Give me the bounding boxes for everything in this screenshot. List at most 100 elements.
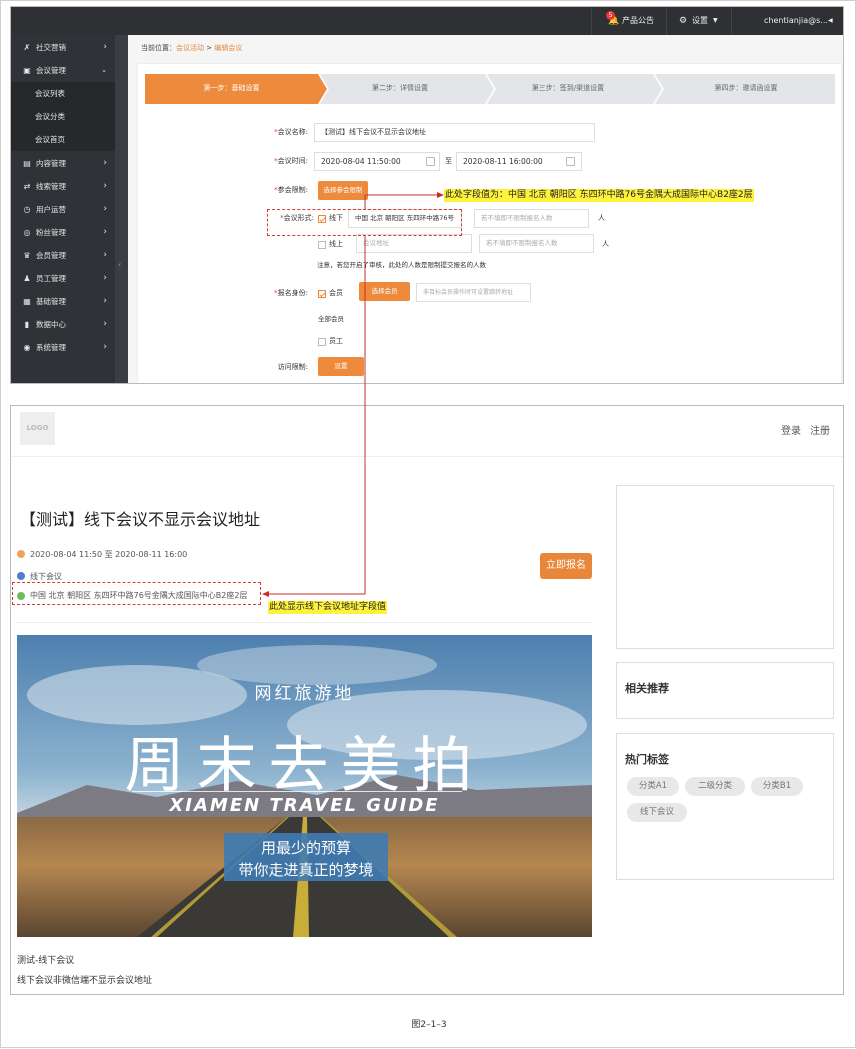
caret-down-icon: ▼	[713, 17, 718, 24]
offline-count-input[interactable]: 若不填即不限制报名人数	[474, 209, 589, 228]
sidebar-item-label: 社交营销	[36, 43, 66, 52]
related-title: 相关推荐	[625, 682, 669, 695]
event-title: 【测试】线下会议不显示会议地址	[20, 510, 261, 529]
chevron-right-icon: ›	[103, 158, 107, 168]
online-count-input[interactable]: 若不填即不限制报名人数	[479, 234, 594, 253]
event-time: 2020-08-04 11:50 至 2020-08-11 16:00	[30, 550, 188, 559]
step-3[interactable]: 第三步：签到/渠道设置	[488, 74, 648, 103]
breadcrumb-link[interactable]: 会议活动	[176, 44, 204, 52]
sidebar-item-system[interactable]: ◉ 系统管理 ›	[11, 336, 115, 359]
chevron-right-icon: ›	[103, 42, 107, 52]
right-ad-box	[616, 485, 834, 649]
chevron-right-icon: ›	[103, 204, 107, 214]
topbar-divider	[666, 7, 667, 35]
calendar-icon[interactable]	[566, 157, 575, 166]
sidebar-item-data[interactable]: ▮ 数据中心 ›	[11, 313, 115, 336]
sidebar-subitem-list[interactable]: 会议列表	[11, 82, 115, 105]
settings-label: 设置	[692, 16, 708, 25]
sidebar-item-label: 线索管理	[36, 182, 66, 191]
member-jump-input[interactable]: 非目标会员操作时可设置跳转地址	[416, 283, 531, 302]
sidebar-item-content[interactable]: ▤ 内容管理 ›	[11, 152, 115, 175]
register-link[interactable]: 注册	[810, 422, 830, 437]
announcement-label: 产品公告	[622, 16, 654, 25]
clock-icon: ◷	[23, 205, 31, 214]
sidebar-subitem-category[interactable]: 会议分类	[11, 105, 115, 128]
admin-annotation-text: 此处字段值为：中国 北京 朝阳区 东四环中路76号金隅大成国际中心B2座2层	[444, 189, 754, 202]
tag-item[interactable]: 分类A1	[627, 777, 679, 796]
chevron-right-icon: ›	[103, 181, 107, 191]
sidebar-item-fans[interactable]: ◎ 粉丝管理 ›	[11, 221, 115, 244]
sidebar-item-label: 数据中心	[36, 320, 66, 329]
step-4[interactable]: 第四步：邀请函设置	[656, 74, 836, 103]
calendar-icon[interactable]	[426, 157, 435, 166]
tag-item[interactable]: 分类B1	[751, 777, 803, 796]
step-2[interactable]: 第二步：详情设置	[320, 74, 480, 103]
sidebar-item-label: 用户运营	[36, 205, 66, 214]
person-unit: 人	[598, 214, 605, 222]
sidebar-item-members[interactable]: ♛ 会员管理 ›	[11, 244, 115, 267]
top-bar: 🔔 5 产品公告 ⚙ 设置 ▼ chentianjia@s... ◀	[11, 7, 843, 35]
document-frame: { "admin": { "topbar": { "badge": "5", "…	[0, 0, 856, 1048]
sidebar-item-label: 员工管理	[36, 274, 66, 283]
sidebar-item-user-ops[interactable]: ◷ 用户运营 ›	[11, 198, 115, 221]
front-annotation-text: 此处显示线下会议地址字段值	[268, 601, 388, 614]
limit-label: *参会限制:	[274, 186, 308, 194]
gear-icon: ⚙	[679, 16, 688, 26]
user-email: chentianjia@s...	[764, 16, 828, 25]
tag-item[interactable]: 二级分类	[685, 777, 745, 796]
tag-item[interactable]: 线下会议	[627, 803, 687, 822]
sidebar: ✗ 社交营销 › ▣ 会议管理 ⌄ 会议列表 会议分类 会议首页 ▤ 内容管理 › ⇄ 线索管…	[11, 35, 115, 383]
event-banner-image: 网红旅游地 周末去美拍 XIAMEN TRAVEL GUIDE 用最少的预算 带…	[17, 635, 592, 937]
step-1[interactable]: 第一步：基础设置	[145, 74, 318, 103]
chevron-down-icon: ⌄	[101, 66, 107, 74]
user-menu[interactable]: chentianjia@s... ◀	[764, 7, 833, 35]
topbar-divider	[731, 7, 732, 35]
caret-left-icon: ◀	[828, 17, 833, 24]
member-checkbox[interactable]	[318, 290, 326, 298]
select-member-button[interactable]: 选择会员	[359, 282, 410, 301]
lead-icon: ⇄	[23, 182, 31, 191]
sidebar-item-social[interactable]: ✗ 社交营销 ›	[11, 36, 115, 59]
banner-sub-line2: 带你走进真正的梦境	[238, 861, 374, 879]
content-divider	[16, 622, 592, 623]
chevron-right-icon: ›	[103, 273, 107, 283]
format-icon	[17, 572, 25, 580]
main-content: 当前位置：会议活动 > 编辑会议 第一步：基础设置 第二步：详情设置 第三步：签…	[128, 35, 843, 383]
sidebar-item-staff[interactable]: ♟ 员工管理 ›	[11, 267, 115, 290]
member-label: 会员	[329, 289, 343, 297]
online-address-input[interactable]: 会议地址	[356, 234, 472, 253]
banner-underline	[132, 791, 462, 792]
person-icon: ♟	[23, 274, 31, 283]
login-link[interactable]: 登录	[781, 422, 801, 437]
sidebar-item-label: 会员管理	[36, 251, 66, 260]
topbar-divider	[591, 7, 592, 35]
banner-sub-line1: 用最少的预算	[260, 839, 351, 857]
related-box: 相关推荐	[616, 662, 834, 719]
online-label: 线上	[329, 240, 343, 248]
sidebar-item-meeting[interactable]: ▣ 会议管理 ⌄	[11, 59, 115, 82]
site-logo[interactable]: LOGO	[20, 412, 55, 445]
staff-label: 员工	[329, 337, 343, 345]
staff-checkbox[interactable]	[318, 338, 326, 346]
end-time-input[interactable]: 2020-08-11 16:00:00	[456, 152, 582, 171]
chevron-right-icon: ›	[103, 250, 107, 260]
breadcrumb-current: 编辑会议	[214, 44, 243, 52]
sidebar-subitem-home[interactable]: 会议首页	[11, 128, 115, 151]
format-note: 注意，若您开启了审核，此处的人数是限制提交报名的人数	[317, 261, 486, 269]
event-description-text: 线下会议非微信端不显示会议地址	[17, 976, 153, 986]
sidebar-item-leads[interactable]: ⇄ 线索管理 ›	[11, 175, 115, 198]
meeting-name-input[interactable]: 【测试】线下会议不显示会议地址	[314, 123, 595, 142]
notification-badge: 5	[606, 11, 615, 20]
tags-title: 热门标签	[625, 753, 669, 766]
fan-icon: ◎	[23, 228, 31, 237]
banner-english: XIAMEN TRAVEL GUIDE	[169, 795, 440, 816]
register-now-button[interactable]: 立即报名	[540, 553, 592, 579]
sidebar-collapse-handle[interactable]: ‹	[115, 35, 128, 383]
time-label: *会议时间:	[274, 157, 308, 165]
select-limit-button[interactable]: 选择参会限制	[318, 181, 368, 200]
start-time-input[interactable]: 2020-08-04 11:50:00	[314, 152, 440, 171]
sidebar-item-label: 内容管理	[36, 159, 66, 168]
sidebar-item-basic[interactable]: ▦ 基础管理 ›	[11, 290, 115, 313]
online-checkbox[interactable]	[318, 241, 326, 249]
access-settings-button[interactable]: 设置	[318, 357, 364, 376]
